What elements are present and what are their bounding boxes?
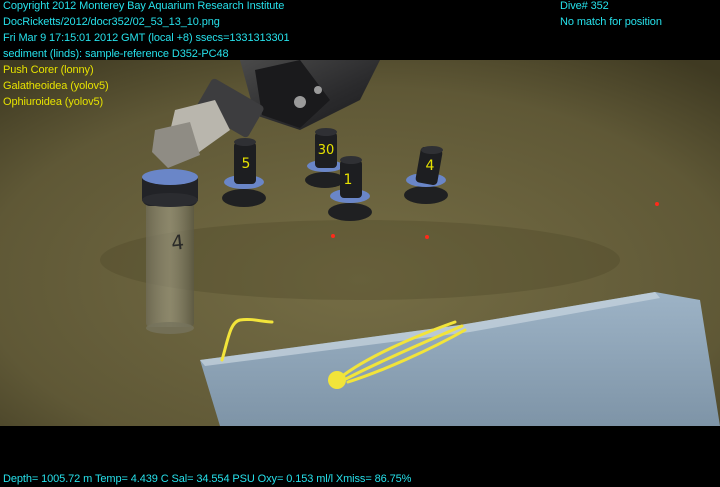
annotation-line: Galatheoidea (yolov5) [3, 80, 109, 92]
core-label: 1 [344, 172, 353, 188]
image-path-line: DocRicketts/2012/docr352/02_53_13_10.png [3, 16, 220, 28]
laser-dot [425, 235, 429, 239]
seafloor-scene: 4 5 30 1 4 [0, 60, 720, 426]
overlay-header: Copyright 2012 Monterey Bay Aquarium Res… [3, 0, 290, 110]
position-status: No match for position [560, 16, 662, 28]
laser-dot [331, 234, 335, 238]
annotation-line: Ophiuroidea (yolov5) [3, 96, 104, 108]
timestamp-line: Fri Mar 9 17:15:01 2012 GMT (local +8) s… [3, 32, 290, 44]
core-label: 30 [318, 143, 335, 158]
core-label: 5 [242, 156, 251, 172]
telemetry-line: Depth= 1005.72 m Temp= 4.439 C Sal= 34.5… [3, 473, 412, 485]
video-frame: 4 5 30 1 4 Copyright 2012 Monterey Bay A… [0, 0, 720, 486]
copyright-line: Copyright 2012 Monterey Bay Aquarium Res… [3, 0, 285, 12]
annotation-line: Push Corer (lonny) [3, 64, 94, 76]
overlay-dive-info: Dive# 352 No match for position [560, 0, 662, 30]
held-push-core: 4 [142, 169, 198, 334]
sample-reference-line: sediment (linds): sample-reference D352-… [3, 48, 229, 60]
dive-number: Dive# 352 [560, 0, 609, 12]
rope-knot [328, 371, 346, 389]
core-label: 4 [170, 230, 185, 255]
laser-dot [655, 202, 659, 206]
core-label: 4 [426, 158, 435, 174]
